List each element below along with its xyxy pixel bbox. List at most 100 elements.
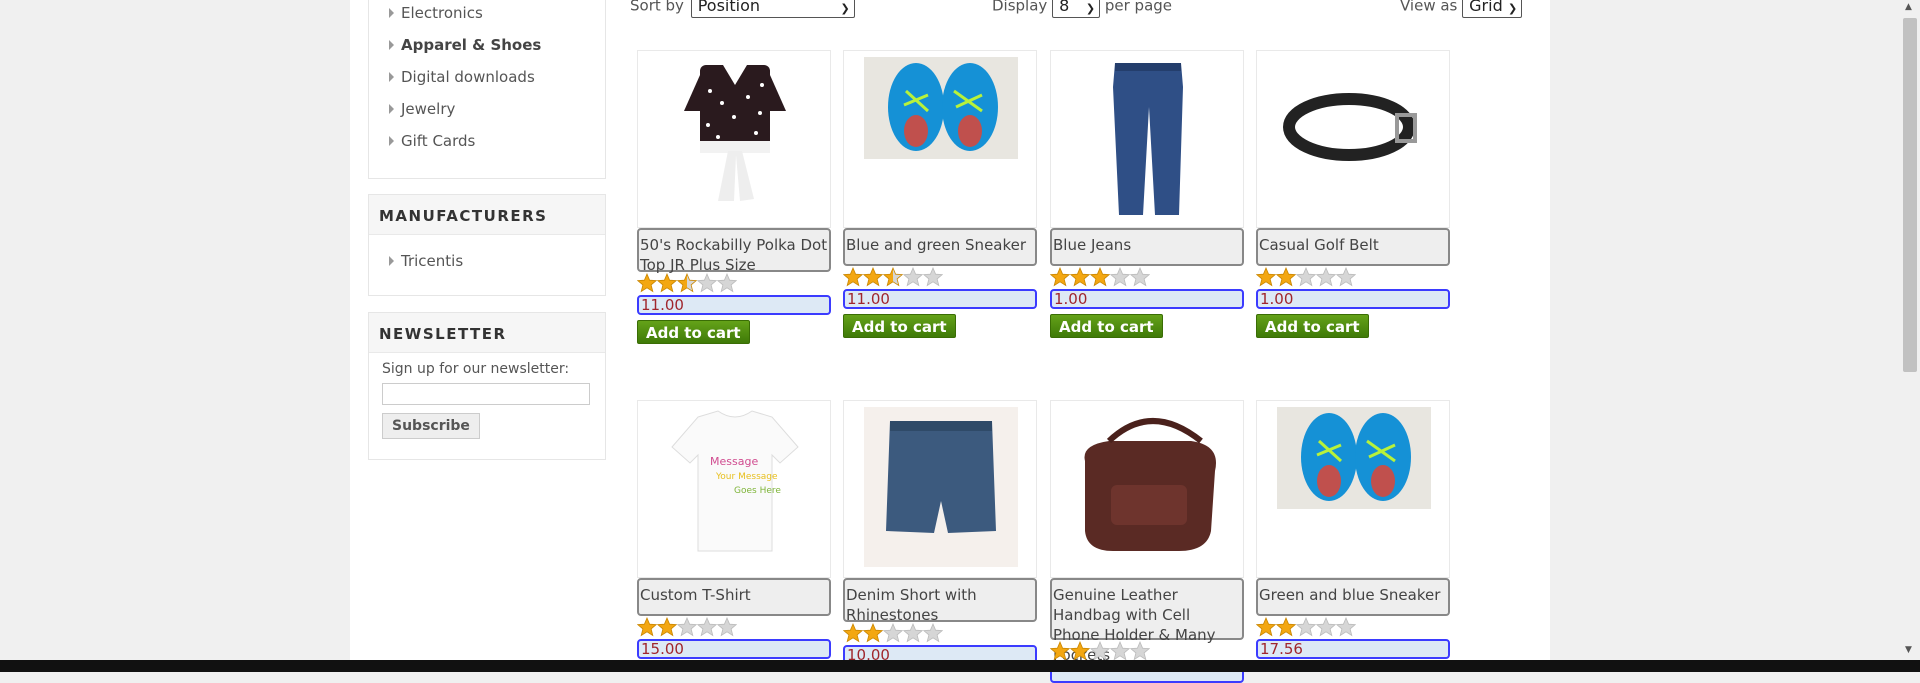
rating-star-icon — [1110, 641, 1130, 661]
product-title-link[interactable]: 50's Rockabilly Polka Dot Top JR Plus Si… — [637, 228, 831, 274]
view-select[interactable]: Grid ❯ — [1462, 0, 1523, 18]
newsletter-block: NEWSLETTER Sign up for our newsletter: S… — [368, 312, 606, 460]
triangle-right-icon — [389, 40, 394, 50]
tshirt-text-line: Message — [710, 455, 758, 468]
newsletter-prompt: Sign up for our newsletter: — [382, 361, 570, 377]
rating-star-icon — [697, 617, 717, 637]
category-link[interactable]: Electronics — [401, 4, 483, 22]
chevron-down-icon: ❯ — [1085, 2, 1096, 15]
product-image-link[interactable] — [1256, 400, 1450, 578]
product-image-link[interactable] — [843, 50, 1037, 228]
category-link[interactable]: Apparel & Shoes — [401, 36, 541, 54]
category-item-apparel-shoes[interactable]: Apparel & Shoes — [369, 29, 605, 61]
product-price: 15.00 — [637, 639, 831, 659]
product-title-link[interactable]: Custom T-Shirt — [637, 578, 831, 616]
rating-star-icon — [1296, 267, 1316, 287]
product-image-link[interactable] — [1050, 400, 1244, 578]
sort-label: Sort by — [630, 0, 684, 15]
product-item: Denim Short with Rhinestones 10.00 — [843, 400, 1037, 665]
product-image-link[interactable] — [637, 50, 831, 228]
category-list: Electronics Apparel & Shoes Digital down… — [369, 0, 605, 157]
view-value: Grid — [1469, 0, 1503, 15]
product-title-link[interactable]: Casual Golf Belt — [1256, 228, 1450, 266]
display-select[interactable]: 8 ❯ — [1052, 0, 1101, 18]
rating-star-icon — [1130, 267, 1150, 287]
rating-star-icon — [1316, 267, 1336, 287]
sort-toolbar: Sort by Position ❯ — [630, 0, 855, 18]
triangle-right-icon — [389, 8, 394, 18]
triangle-right-icon — [389, 72, 394, 82]
rating-star-icon — [717, 273, 737, 293]
product-title-link[interactable]: Blue Jeans — [1050, 228, 1244, 266]
sort-select[interactable]: Position ❯ — [690, 0, 855, 18]
rating-star-icon — [1090, 641, 1110, 661]
manufacturer-link[interactable]: Tricentis — [401, 252, 463, 270]
product-item: Blue Jeans 1.00 Add to cart — [1050, 50, 1244, 338]
rating-star-icon — [677, 273, 697, 293]
display-toolbar: Display 8 ❯ per page — [992, 0, 1172, 18]
add-to-cart-button[interactable]: Add to cart — [843, 314, 956, 338]
view-label: View as — [1400, 0, 1458, 15]
product-image-link[interactable] — [1050, 50, 1244, 228]
newsletter-email-input[interactable] — [382, 383, 590, 405]
product-item: Blue and green Sneaker 11.00 Add to cart — [843, 50, 1037, 338]
rating-star-icon — [1130, 641, 1150, 661]
product-title-link[interactable]: Genuine Leather Handbag with Cell Phone … — [1050, 578, 1244, 664]
product-image-link[interactable] — [1256, 50, 1450, 228]
scroll-down-icon[interactable]: ▼ — [1905, 645, 1912, 655]
product-price: 1.00 — [1050, 289, 1244, 309]
blue-sneaker-image — [844, 51, 1036, 233]
category-link[interactable]: Gift Cards — [401, 132, 475, 150]
manufacturer-item-tricentis[interactable]: Tricentis — [369, 245, 605, 277]
product-title-link[interactable]: Blue and green Sneaker — [843, 228, 1037, 266]
product-image-link[interactable] — [843, 400, 1037, 578]
rating-star-icon — [923, 267, 943, 287]
categories-block: Electronics Apparel & Shoes Digital down… — [368, 0, 606, 179]
category-item-digital-downloads[interactable]: Digital downloads — [369, 61, 605, 93]
product-item: Casual Golf Belt 1.00 Add to cart — [1256, 50, 1450, 338]
display-label: Display — [992, 0, 1048, 15]
product-title-link[interactable]: Green and blue Sneaker — [1256, 578, 1450, 616]
svg-text:Goes Here: Goes Here — [734, 486, 781, 496]
rating-star-icon — [1110, 267, 1130, 287]
manufacturers-block: MANUFACTURERS Tricentis — [368, 194, 606, 296]
product-price: 1.00 — [1256, 289, 1450, 309]
chevron-down-icon: ❯ — [1507, 2, 1518, 15]
category-item-electronics[interactable]: Electronics — [369, 0, 605, 29]
rating-star-icon — [1256, 267, 1276, 287]
product-price: 11.00 — [637, 295, 831, 315]
blue-jeans-image — [1051, 51, 1243, 233]
golf-belt-image — [1257, 51, 1449, 233]
subscribe-button[interactable]: Subscribe — [382, 413, 480, 439]
svg-text:Your Message: Your Message — [715, 472, 778, 482]
product-rating — [843, 623, 943, 643]
product-title-link[interactable]: Denim Short with Rhinestones — [843, 578, 1037, 624]
rating-star-icon — [1070, 641, 1090, 661]
vertical-scrollbar[interactable]: ▲ ▼ — [1900, 0, 1920, 660]
category-item-gift-cards[interactable]: Gift Cards — [369, 125, 605, 157]
add-to-cart-button[interactable]: Add to cart — [1256, 314, 1369, 338]
rating-star-icon — [863, 623, 883, 643]
view-toolbar: View as Grid ❯ — [1400, 0, 1523, 18]
taskbar-strip — [0, 660, 1920, 672]
product-image-link[interactable]: Message Your Message Goes Here — [637, 400, 831, 578]
polka-dot-top-image — [638, 51, 830, 233]
product-rating — [1256, 617, 1356, 637]
scrollbar-thumb[interactable] — [1903, 18, 1917, 372]
category-item-jewelry[interactable]: Jewelry — [369, 93, 605, 125]
triangle-right-icon — [389, 256, 394, 266]
add-to-cart-button[interactable]: Add to cart — [1050, 314, 1163, 338]
add-to-cart-button[interactable]: Add to cart — [637, 320, 750, 344]
category-link[interactable]: Jewelry — [401, 100, 455, 118]
product-rating — [1256, 267, 1356, 287]
scroll-up-icon[interactable]: ▲ — [1905, 2, 1912, 12]
rating-star-icon — [1296, 617, 1316, 637]
per-page-label: per page — [1104, 0, 1173, 15]
category-link[interactable]: Digital downloads — [401, 68, 535, 86]
rating-star-icon — [923, 623, 943, 643]
product-price: 11.00 — [843, 289, 1037, 309]
rating-star-icon — [1336, 617, 1356, 637]
triangle-right-icon — [389, 104, 394, 114]
rating-star-icon — [883, 267, 903, 287]
product-item: Green and blue Sneaker 17.56 — [1256, 400, 1450, 659]
